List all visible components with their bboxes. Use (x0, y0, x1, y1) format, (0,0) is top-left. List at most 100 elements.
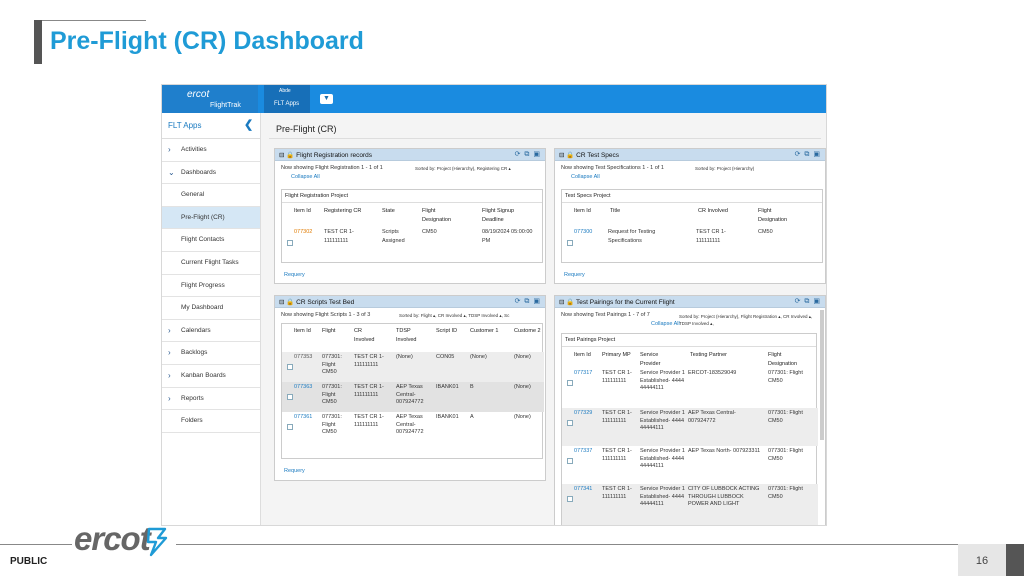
project-box: Test Pairings Project Item Id Primary MP… (561, 333, 818, 525)
panel-test-pairings: ⊟ 🔒 Test Pairings for the Current Flight… (554, 295, 826, 525)
collapse-all-link[interactable]: Collapse All (571, 174, 600, 180)
item-id-link[interactable]: 077361 (294, 414, 318, 422)
cell: TEST CR 1- 111111111 (602, 448, 632, 462)
row-checkbox[interactable] (287, 394, 293, 400)
requery-link[interactable]: Requery (284, 468, 305, 474)
cell: 077301: Flight CM50 (322, 384, 342, 405)
classification-label: PUBLIC (10, 556, 48, 567)
row-checkbox[interactable] (567, 496, 573, 502)
showing-text: Now showing Flight Registration 1 - 1 of… (281, 165, 383, 171)
sidebar-item[interactable]: Flight Progress (162, 275, 260, 298)
sidebar-item-label: General (181, 191, 205, 199)
ercot-logo: ercot (74, 520, 151, 557)
cell: TEST CR 1- 111111111 (602, 486, 632, 500)
tab-label: FLT Apps (274, 101, 300, 107)
col-header[interactable]: Flight Designation (758, 207, 798, 225)
sidebar-item-label: Folders (181, 417, 203, 425)
sorted-text: Sorted by: Project (Hierarchy), Flight R… (679, 314, 813, 326)
item-id-link[interactable]: 077353 (294, 354, 318, 362)
col-header[interactable]: Title (610, 207, 620, 216)
col-header[interactable]: State (382, 207, 395, 216)
sidebar-item[interactable]: ⌄ Dashboards (162, 162, 260, 185)
sorted-text: Sorted by: Project (Hierarchy) (695, 166, 755, 171)
tab-flt-apps[interactable]: Abde FLT Apps (264, 85, 310, 113)
footer-rule (0, 544, 72, 545)
panel-title-text: CR Scripts Test Bed (296, 299, 355, 306)
col-header[interactable]: CR Involved (354, 327, 382, 345)
sidebar-item[interactable]: General (162, 184, 260, 207)
sidebar-header-label: FLT Apps (168, 121, 202, 130)
sidebar-item[interactable]: › Reports (162, 388, 260, 411)
col-header[interactable]: Testing Partner (690, 351, 727, 360)
sidebar-item[interactable]: › Calendars (162, 320, 260, 343)
col-header[interactable]: Script ID (436, 327, 458, 336)
cell: TEST CR 1- 111111111 (354, 414, 384, 428)
chevron-down-icon[interactable]: ▼ (320, 94, 333, 104)
item-id-link[interactable]: 077300 (574, 228, 592, 237)
panel-title: ⊟ 🔒 CR Test Specs (559, 152, 620, 159)
sidebar-item[interactable]: › Backlogs (162, 342, 260, 365)
collapse-all-link[interactable]: Collapse All (651, 321, 680, 327)
sidebar-item-label: Pre-Flight (CR) (181, 213, 225, 221)
requery-link[interactable]: Requery (284, 272, 305, 278)
refresh-icon[interactable]: ⟳ ⧉ ▣ (795, 150, 821, 159)
cell: AEP Texas Central- 007924772 (396, 414, 424, 435)
col-header[interactable]: Flight Designation (768, 351, 808, 369)
col-header[interactable]: Item Id (294, 327, 316, 336)
collapse-sidebar-icon[interactable]: ❮ (244, 118, 253, 131)
row-checkbox[interactable] (567, 240, 573, 246)
panel-title-text: Flight Registration records (296, 152, 373, 159)
sidebar-item[interactable]: My Dashboard (162, 297, 260, 320)
app-topbar: ercot FlightTrak Abde FLT Apps ▼ (162, 85, 826, 113)
item-id-link[interactable]: 077317 (574, 370, 598, 378)
item-id-link[interactable]: 077341 (574, 486, 598, 494)
col-header[interactable]: Customer 1 (470, 327, 504, 336)
sidebar-item[interactable]: Current Flight Tasks (162, 252, 260, 275)
sidebar-item[interactable]: Flight Contacts (162, 229, 260, 252)
refresh-icon[interactable]: ⟳ ⧉ ▣ (515, 297, 541, 306)
requery-link[interactable]: Requery (564, 272, 585, 278)
sidebar-item[interactable]: Folders (162, 410, 260, 433)
col-header[interactable]: CR Involved (698, 207, 728, 216)
col-header[interactable]: Flight Designation (422, 207, 462, 225)
sidebar-item-label: Calendars (181, 326, 211, 334)
refresh-icon[interactable]: ⟳ ⧉ ▣ (795, 297, 821, 306)
item-id-link[interactable]: 077363 (294, 384, 318, 392)
brand-subtitle: FlightTrak (210, 102, 241, 109)
sidebar-item[interactable]: › Activities (162, 139, 260, 162)
scrollbar[interactable] (820, 310, 824, 440)
col-header[interactable]: TDSP Involved (396, 327, 424, 345)
collapse-all-link[interactable]: Collapse All (291, 174, 320, 180)
col-header[interactable]: Registering CR (324, 207, 362, 216)
col-header[interactable]: Flight (322, 327, 335, 336)
sidebar-item-label: Current Flight Tasks (181, 258, 239, 266)
sidebar-item[interactable]: › Kanban Boards (162, 365, 260, 388)
col-header[interactable]: Service Provider (640, 351, 674, 369)
panel-header: ⊟ 🔒 CR Test Specs ⟳ ⧉ ▣ (555, 149, 825, 161)
sidebar-item[interactable]: Pre-Flight (CR) (162, 206, 260, 230)
row-checkbox[interactable] (287, 364, 293, 370)
main-content: Pre-Flight (CR) ⊟ 🔒 Flight Registration … (261, 113, 826, 525)
row-checkbox[interactable] (287, 240, 293, 246)
cell: 077301: Flight CM50 (322, 354, 342, 375)
item-id-link[interactable]: 077329 (574, 410, 598, 418)
brand-logo[interactable]: ercot FlightTrak (162, 85, 258, 113)
col-header[interactable]: Item Id (574, 351, 596, 360)
row-checkbox[interactable] (287, 424, 293, 430)
item-id-link[interactable]: 077302 (294, 228, 312, 237)
chevron-right-icon: › (168, 325, 171, 335)
row-checkbox[interactable] (567, 380, 573, 386)
page-number-bar (1006, 544, 1024, 576)
row-checkbox[interactable] (567, 420, 573, 426)
col-header[interactable]: Item Id (574, 207, 596, 216)
col-header[interactable]: Primary MP (602, 351, 632, 360)
col-header[interactable]: Custome 2 (514, 327, 542, 336)
item-id-link[interactable]: 077337 (574, 448, 598, 456)
refresh-icon[interactable]: ⟳ ⧉ ▣ (515, 150, 541, 159)
row-checkbox[interactable] (567, 458, 573, 464)
footer-rule (176, 544, 1024, 545)
cell: TEST CR 1- 111111111 (602, 410, 632, 424)
col-header[interactable]: Flight Signup Deadline (482, 207, 532, 225)
page-number: 16 (975, 555, 989, 567)
col-header[interactable]: Item Id (294, 207, 322, 216)
